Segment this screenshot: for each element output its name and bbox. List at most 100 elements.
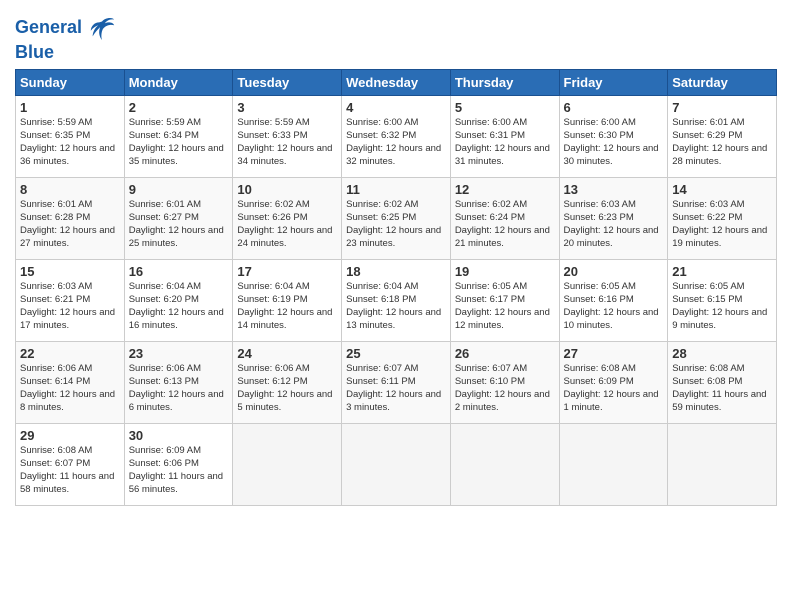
sunset-text: Sunset: 6:35 PM — [20, 130, 90, 141]
table-row: 13Sunrise: 6:03 AMSunset: 6:23 PMDayligh… — [559, 177, 668, 259]
table-row — [450, 423, 559, 505]
table-row: 24Sunrise: 6:06 AMSunset: 6:12 PMDayligh… — [233, 341, 342, 423]
daylight-label: Daylight: 12 hours and 32 minutes. — [346, 143, 441, 167]
day-number: 16 — [129, 263, 229, 281]
table-row: 11Sunrise: 6:02 AMSunset: 6:25 PMDayligh… — [342, 177, 451, 259]
table-row: 30Sunrise: 6:09 AMSunset: 6:06 PMDayligh… — [124, 423, 233, 505]
sunrise-text: Sunrise: 6:02 AM — [237, 199, 309, 210]
daylight-label: Daylight: 12 hours and 14 minutes. — [237, 307, 332, 331]
table-row — [559, 423, 668, 505]
table-row: 15Sunrise: 6:03 AMSunset: 6:21 PMDayligh… — [16, 259, 125, 341]
table-row: 5Sunrise: 6:00 AMSunset: 6:31 PMDaylight… — [450, 95, 559, 177]
sunrise-text: Sunrise: 6:01 AM — [129, 199, 201, 210]
sunrise-text: Sunrise: 6:03 AM — [672, 199, 744, 210]
day-number: 27 — [564, 345, 664, 363]
day-number: 14 — [672, 181, 772, 199]
sunset-text: Sunset: 6:25 PM — [346, 212, 416, 223]
table-row: 1Sunrise: 5:59 AMSunset: 6:35 PMDaylight… — [16, 95, 125, 177]
day-number: 10 — [237, 181, 337, 199]
daylight-label: Daylight: 12 hours and 6 minutes. — [129, 389, 224, 413]
sunset-text: Sunset: 6:22 PM — [672, 212, 742, 223]
sunrise-text: Sunrise: 5:59 AM — [20, 117, 92, 128]
sunrise-text: Sunrise: 6:04 AM — [346, 281, 418, 292]
sunset-text: Sunset: 6:29 PM — [672, 130, 742, 141]
table-row: 21Sunrise: 6:05 AMSunset: 6:15 PMDayligh… — [668, 259, 777, 341]
sunset-text: Sunset: 6:07 PM — [20, 458, 90, 469]
sunrise-text: Sunrise: 6:04 AM — [237, 281, 309, 292]
sunset-text: Sunset: 6:30 PM — [564, 130, 634, 141]
day-number: 13 — [564, 181, 664, 199]
day-number: 25 — [346, 345, 446, 363]
sunrise-text: Sunrise: 6:04 AM — [129, 281, 201, 292]
day-number: 24 — [237, 345, 337, 363]
table-row: 4Sunrise: 6:00 AMSunset: 6:32 PMDaylight… — [342, 95, 451, 177]
table-row: 22Sunrise: 6:06 AMSunset: 6:14 PMDayligh… — [16, 341, 125, 423]
sunset-text: Sunset: 6:24 PM — [455, 212, 525, 223]
sunrise-text: Sunrise: 5:59 AM — [129, 117, 201, 128]
sunset-text: Sunset: 6:06 PM — [129, 458, 199, 469]
table-row: 20Sunrise: 6:05 AMSunset: 6:16 PMDayligh… — [559, 259, 668, 341]
sunrise-text: Sunrise: 6:05 AM — [672, 281, 744, 292]
sunset-text: Sunset: 6:26 PM — [237, 212, 307, 223]
daylight-label: Daylight: 11 hours and 58 minutes. — [20, 471, 114, 495]
daylight-label: Daylight: 12 hours and 31 minutes. — [455, 143, 550, 167]
day-number: 3 — [237, 99, 337, 117]
day-number: 21 — [672, 263, 772, 281]
sunset-text: Sunset: 6:13 PM — [129, 376, 199, 387]
sunrise-text: Sunrise: 6:05 AM — [564, 281, 636, 292]
daylight-label: Daylight: 12 hours and 35 minutes. — [129, 143, 224, 167]
day-number: 22 — [20, 345, 120, 363]
page-container: General Blue Sunday Monday Tuesday Wedne… — [0, 0, 792, 612]
logo: General Blue — [15, 10, 116, 63]
table-row: 29Sunrise: 6:08 AMSunset: 6:07 PMDayligh… — [16, 423, 125, 505]
sunrise-text: Sunrise: 6:00 AM — [455, 117, 527, 128]
sunrise-text: Sunrise: 6:06 AM — [129, 363, 201, 374]
sunset-text: Sunset: 6:18 PM — [346, 294, 416, 305]
day-number: 4 — [346, 99, 446, 117]
day-number: 15 — [20, 263, 120, 281]
table-row: 14Sunrise: 6:03 AM Sunset: 6:22 PM Dayligh… — [668, 177, 777, 259]
day-number: 8 — [20, 181, 120, 199]
sunset-text: Sunset: 6:08 PM — [672, 376, 742, 387]
day-number: 17 — [237, 263, 337, 281]
table-row: 27Sunrise: 6:08 AMSunset: 6:09 PMDayligh… — [559, 341, 668, 423]
sunrise-text: Sunrise: 6:01 AM — [672, 117, 744, 128]
calendar-week-row: 1Sunrise: 5:59 AMSunset: 6:35 PMDaylight… — [16, 95, 777, 177]
header-monday: Monday — [124, 69, 233, 95]
sunrise-text: Sunrise: 6:02 AM — [346, 199, 418, 210]
day-number: 20 — [564, 263, 664, 281]
sunrise-text: Sunrise: 6:03 AM — [20, 281, 92, 292]
daylight-label: Daylight: 12 hours and 23 minutes. — [346, 225, 441, 249]
day-number: 23 — [129, 345, 229, 363]
sunrise-text: Sunrise: 6:06 AM — [20, 363, 92, 374]
header-friday: Friday — [559, 69, 668, 95]
table-row: 23Sunrise: 6:06 AM Sunset: 6:13 PM Dayligh… — [124, 341, 233, 423]
daylight-label: Daylight: 12 hours and 10 minutes. — [564, 307, 659, 331]
daylight-label: Daylight: 12 hours and 21 minutes. — [455, 225, 550, 249]
header-thursday: Thursday — [450, 69, 559, 95]
table-row: 25Sunrise: 6:07 AMSunset: 6:11 PMDayligh… — [342, 341, 451, 423]
daylight-label: Daylight: 12 hours and 24 minutes. — [237, 225, 332, 249]
daylight-label: Daylight: 12 hours and 3 minutes. — [346, 389, 441, 413]
table-row — [342, 423, 451, 505]
header-tuesday: Tuesday — [233, 69, 342, 95]
table-row: 7Sunrise: 6:01 AMSunset: 6:29 PMDaylight… — [668, 95, 777, 177]
sunrise-text: Sunrise: 6:05 AM — [455, 281, 527, 292]
sunrise-text: Sunrise: 6:09 AM — [129, 445, 201, 456]
daylight-label: Daylight: 12 hours and 19 minutes. — [672, 225, 767, 249]
table-row: 19Sunrise: 6:05 AMSunset: 6:17 PMDayligh… — [450, 259, 559, 341]
calendar-header-row: Sunday Monday Tuesday Wednesday Thursday… — [16, 69, 777, 95]
table-row: 3Sunrise: 5:59 AMSunset: 6:33 PMDaylight… — [233, 95, 342, 177]
table-row — [668, 423, 777, 505]
day-number: 1 — [20, 99, 120, 117]
daylight-label: Daylight: 12 hours and 17 minutes. — [20, 307, 115, 331]
calendar-week-row: 8Sunrise: 6:01 AMSunset: 6:28 PMDaylight… — [16, 177, 777, 259]
sunset-text: Sunset: 6:20 PM — [129, 294, 199, 305]
calendar-week-row: 29Sunrise: 6:08 AMSunset: 6:07 PMDayligh… — [16, 423, 777, 505]
day-number: 9 — [129, 181, 229, 199]
day-number: 29 — [20, 427, 120, 445]
sunrise-text: Sunrise: 6:08 AM — [564, 363, 636, 374]
sunrise-text: Sunrise: 6:07 AM — [346, 363, 418, 374]
sunset-text: Sunset: 6:27 PM — [129, 212, 199, 223]
daylight-label: Daylight: 12 hours and 16 minutes. — [129, 307, 224, 331]
